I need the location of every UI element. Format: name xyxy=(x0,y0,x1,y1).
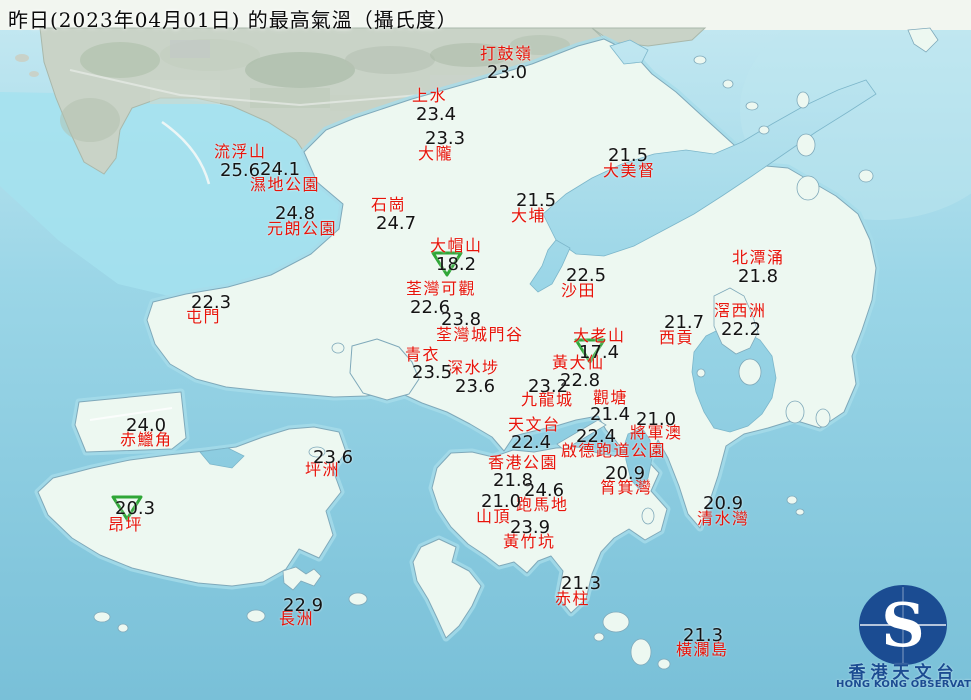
station-kai-tak-runway-park-value: 22.4 xyxy=(576,426,617,447)
station-labels-layer: 打鼓嶺 23.0 上水 23.4 大隴 23.3 流浮山 25.6 濕地公園 24.1 元朗公園 24… xyxy=(0,0,971,700)
station-sham-shui-po-value: 23.6 xyxy=(455,376,496,397)
station-clear-water-bay-value: 20.9 xyxy=(703,493,744,514)
station-shek-kong-name: 石崗 xyxy=(371,195,407,214)
station-tai-lung-value: 23.3 xyxy=(425,128,466,149)
hko-logo-en: HONG KONG OBSERVATORY xyxy=(836,679,971,690)
station-pak-tam-chung-value: 21.8 xyxy=(738,266,779,287)
station-pak-tam-chung-name: 北潭涌 xyxy=(732,248,785,267)
station-victoria-peak-value: 21.0 xyxy=(481,491,522,512)
station-waglan-island-value: 21.3 xyxy=(683,625,724,646)
station-tuen-mun-value: 22.3 xyxy=(191,292,232,313)
station-ngong-ping-name: 昂坪 xyxy=(108,515,144,534)
station-tseung-kwan-o-value: 21.0 xyxy=(636,409,677,430)
station-yuen-long-park-value: 24.8 xyxy=(275,203,316,224)
station-kau-sai-chau-name: 滘西洲 xyxy=(714,301,767,320)
station-kowloon-city-value: 23.2 xyxy=(528,376,569,397)
station-tai-mei-tuk-value: 21.5 xyxy=(608,145,649,166)
station-sheung-shui-name: 上水 xyxy=(412,86,448,105)
station-sham-shui-po-name: 深水埗 xyxy=(447,358,500,377)
station-ta-kwu-ling-value: 23.0 xyxy=(487,62,528,83)
station-sha-tin-value: 22.5 xyxy=(566,265,607,286)
station-sai-kung-value: 21.7 xyxy=(664,312,705,333)
station-sheung-shui-value: 23.4 xyxy=(416,104,457,125)
station-tai-mo-shan-name: 大帽山 xyxy=(430,236,483,255)
station-cheung-chau-value: 22.9 xyxy=(283,595,324,616)
station-observatory-value: 22.4 xyxy=(511,432,552,453)
station-shau-kei-wan-value: 20.9 xyxy=(605,463,646,484)
station-lau-fau-shan-value: 25.6 xyxy=(220,160,261,181)
station-ngong-ping-value: 20.3 xyxy=(115,498,156,519)
station-lau-fau-shan-name: 流浮山 xyxy=(214,142,267,161)
hko-logo: S 香港天文台 HONG KONG OBSERVATORY xyxy=(836,584,971,700)
station-peng-chau-value: 23.6 xyxy=(313,447,354,468)
station-tai-mo-shan-value: 18.2 xyxy=(436,254,477,275)
station-happy-valley-value: 24.6 xyxy=(524,480,565,501)
station-tates-cairn-value: 17.4 xyxy=(579,342,620,363)
map-title: 昨日(2023年04月01日) 的最高氣溫（攝氏度） xyxy=(8,8,458,32)
station-wong-chuk-hang-value: 23.9 xyxy=(510,517,551,538)
station-stanley-value: 21.3 xyxy=(561,573,602,594)
svg-text:S: S xyxy=(881,591,924,661)
station-shek-kong-value: 24.7 xyxy=(376,213,417,234)
station-tsuen-wan-shing-mun-valley-value: 23.8 xyxy=(441,309,482,330)
station-kau-sai-chau-value: 22.2 xyxy=(721,319,762,340)
station-chek-lap-kok-value: 24.0 xyxy=(126,415,167,436)
station-wetland-park-value: 24.1 xyxy=(260,159,301,180)
weather-map-screen: 昨日(2023年04月01日) 的最高氣溫（攝氏度） 打鼓嶺 23.0 上水 23.4… xyxy=(0,0,971,700)
station-tsuen-wan-ho-koon-name: 荃灣可觀 xyxy=(406,279,477,298)
station-ta-kwu-ling-name: 打鼓嶺 xyxy=(480,44,533,63)
station-kwun-tong-value: 21.4 xyxy=(590,404,631,425)
station-tsing-yi-value: 23.5 xyxy=(412,362,453,383)
station-tai-po-value: 21.5 xyxy=(516,190,557,211)
